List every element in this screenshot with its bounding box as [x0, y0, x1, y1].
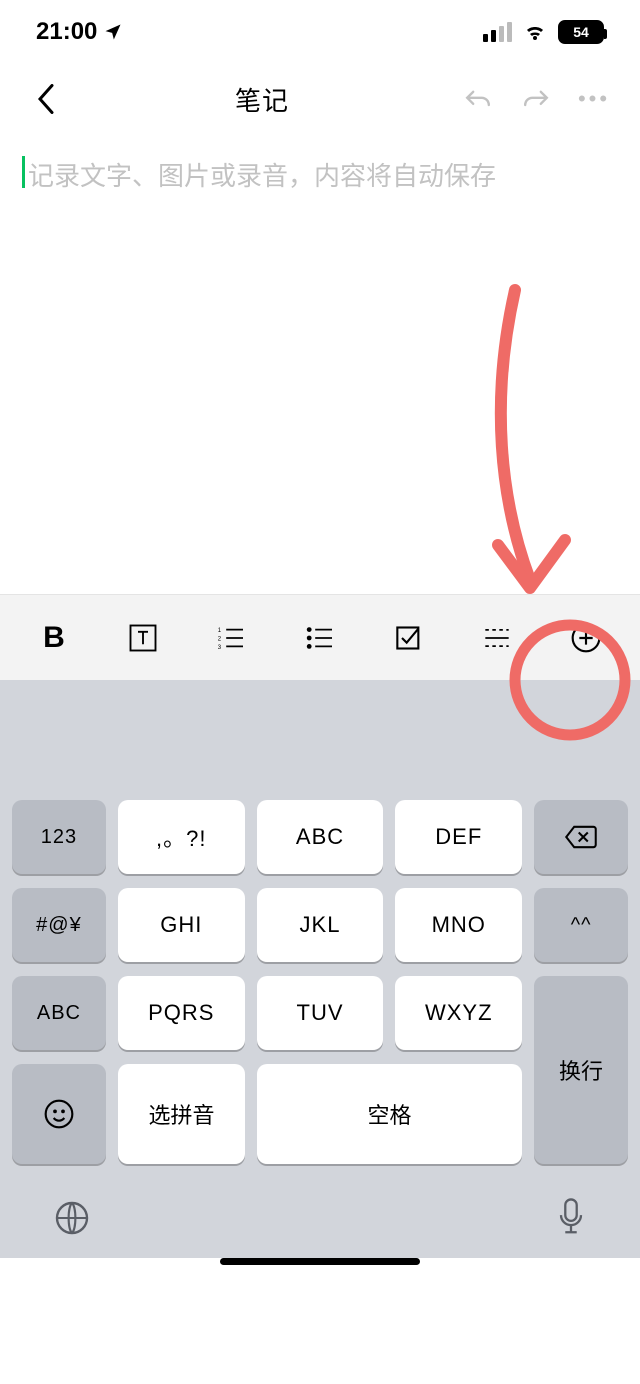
editor-placeholder: 记录文字、图片或录音，内容将自动保存: [28, 161, 496, 191]
location-arrow-icon: [103, 22, 123, 42]
svg-text:1: 1: [218, 628, 222, 634]
key-tuv[interactable]: TUV: [257, 976, 384, 1050]
home-indicator[interactable]: [0, 1258, 640, 1288]
globe-button[interactable]: [54, 1200, 90, 1236]
undo-button[interactable]: [456, 77, 500, 121]
format-toolbar: B 1 2 3: [0, 594, 640, 680]
key-pqrs[interactable]: PQRS: [118, 976, 245, 1050]
key-punct[interactable]: ,。?!: [118, 800, 245, 874]
add-attachment-button[interactable]: [562, 614, 610, 662]
keyboard: 123 ,。?! ABC DEF #@¥ GHI JKL MNO ^^ ABC …: [0, 800, 640, 1178]
divider-button[interactable]: [473, 614, 521, 662]
key-space[interactable]: 空格: [257, 1064, 522, 1164]
back-button[interactable]: [24, 77, 68, 121]
battery-icon: 54: [558, 20, 604, 44]
key-backspace[interactable]: [534, 800, 628, 874]
mic-button[interactable]: [556, 1198, 586, 1238]
keyboard-candidate-bar[interactable]: [0, 680, 640, 800]
wifi-icon: [522, 22, 548, 42]
note-editor[interactable]: 记录文字、图片或录音，内容将自动保存: [0, 134, 640, 594]
key-ghi[interactable]: GHI: [118, 888, 245, 962]
key-select-pinyin[interactable]: 选拼音: [118, 1064, 245, 1164]
signal-icon: [483, 22, 512, 42]
key-mno[interactable]: MNO: [395, 888, 522, 962]
nav-bar: 笔记 •••: [0, 64, 640, 134]
status-bar: 21:00 54: [0, 0, 640, 64]
key-smile[interactable]: ^^: [534, 888, 628, 962]
svg-text:2: 2: [218, 636, 222, 642]
key-symbols[interactable]: #@¥: [12, 888, 106, 962]
key-emoji[interactable]: [12, 1064, 106, 1164]
status-time: 21:00: [36, 18, 97, 46]
key-numbers[interactable]: 123: [12, 800, 106, 874]
text-cursor: [22, 156, 25, 188]
key-jkl[interactable]: JKL: [257, 888, 384, 962]
heading-button[interactable]: [119, 614, 167, 662]
key-abc[interactable]: ABC: [257, 800, 384, 874]
key-wxyz[interactable]: WXYZ: [395, 976, 522, 1050]
svg-text:3: 3: [218, 644, 222, 649]
key-alpha-mode[interactable]: ABC: [12, 976, 106, 1050]
bold-button[interactable]: B: [30, 614, 78, 662]
keyboard-footer: [0, 1178, 640, 1258]
checklist-button[interactable]: [385, 614, 433, 662]
key-def[interactable]: DEF: [395, 800, 522, 874]
page-title: 笔记: [68, 81, 456, 118]
more-button[interactable]: •••: [572, 77, 616, 121]
bullet-list-button[interactable]: [296, 614, 344, 662]
redo-button[interactable]: [514, 77, 558, 121]
numbered-list-button[interactable]: 1 2 3: [207, 614, 255, 662]
key-enter[interactable]: 换行: [534, 976, 628, 1164]
